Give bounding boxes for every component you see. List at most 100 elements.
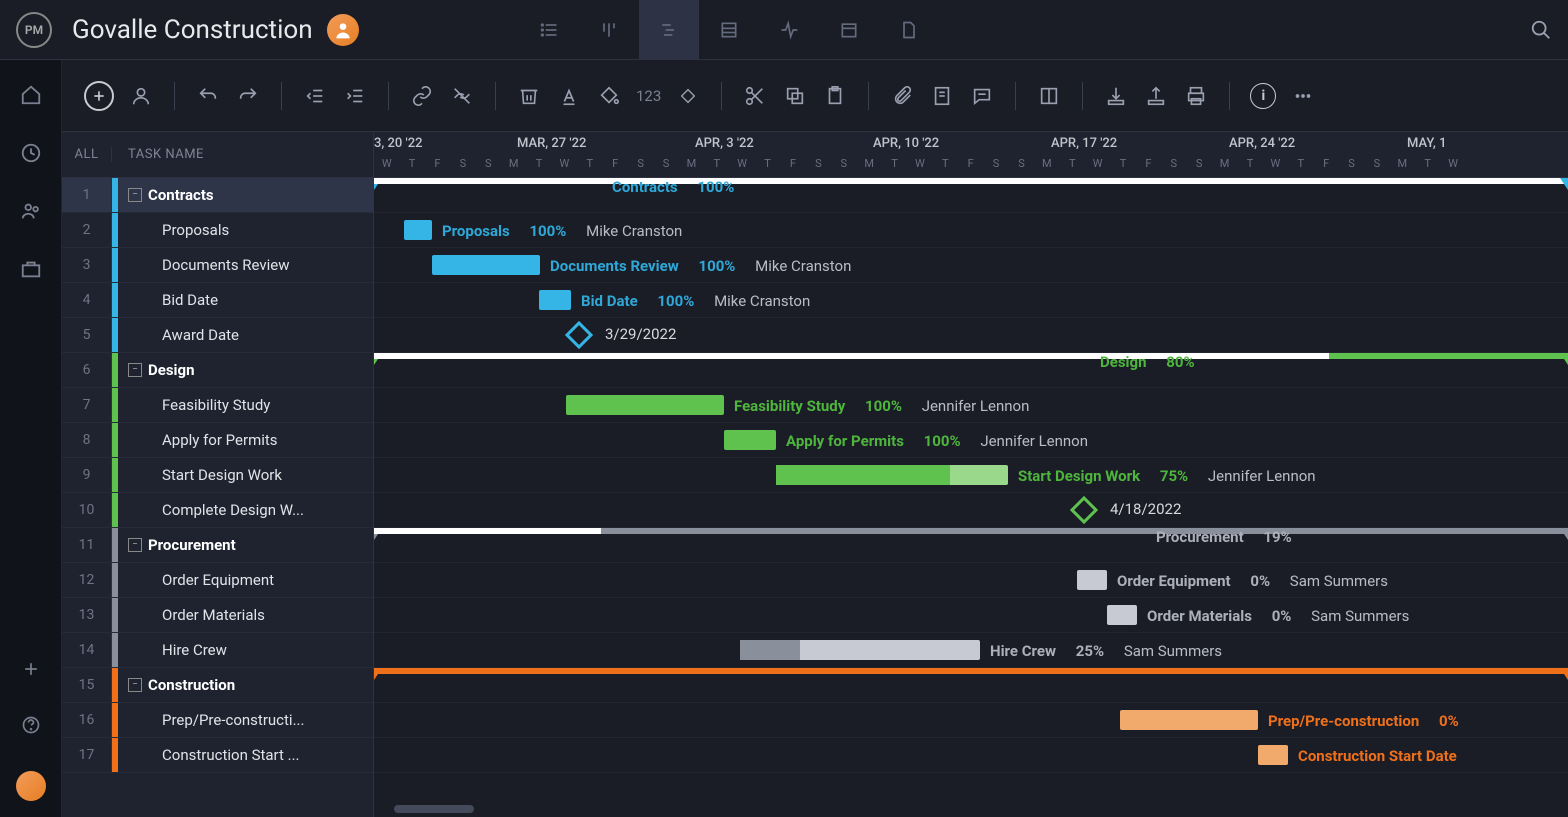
columns-button[interactable]	[1036, 83, 1062, 109]
fill-color-button[interactable]	[596, 83, 622, 109]
task-row[interactable]: 1−Contracts	[62, 178, 373, 213]
view-sheet[interactable]	[699, 0, 759, 60]
task-row[interactable]: 9Start Design Work	[62, 458, 373, 493]
task-bar[interactable]: Feasibility Study 100% Jennifer Lennon	[566, 395, 724, 415]
group-bar[interactable]	[374, 178, 556, 190]
task-bar[interactable]: Bid Date 100% Mike Cranston	[539, 290, 571, 310]
collapse-toggle[interactable]: −	[128, 538, 142, 552]
task-bar[interactable]: Apply for Permits 100% Jennifer Lennon	[724, 430, 776, 450]
task-bar[interactable]: Construction Start Date	[1258, 745, 1288, 765]
task-row[interactable]: 14Hire Crew	[62, 633, 373, 668]
export-button[interactable]	[1143, 83, 1169, 109]
search-button[interactable]	[1530, 19, 1552, 41]
attachment-button[interactable]	[889, 83, 915, 109]
notes-button[interactable]	[929, 83, 955, 109]
day-cell: T	[755, 157, 780, 177]
print-button[interactable]	[1183, 83, 1209, 109]
task-bar[interactable]: Prep/Pre-construction 0%	[1120, 710, 1258, 730]
task-bar[interactable]: Order Materials 0% Sam Summers	[1107, 605, 1137, 625]
redo-button[interactable]	[235, 83, 261, 109]
view-files[interactable]	[879, 0, 939, 60]
more-button[interactable]	[1290, 83, 1316, 109]
outdent-button[interactable]	[302, 83, 328, 109]
task-bar[interactable]: Start Design Work 75% Jennifer Lennon	[776, 465, 1008, 485]
task-bar[interactable]: Documents Review 100% Mike Cranston	[432, 255, 540, 275]
task-row[interactable]: 4Bid Date	[62, 283, 373, 318]
task-row[interactable]: 12Order Equipment	[62, 563, 373, 598]
task-row[interactable]: 8Apply for Permits	[62, 423, 373, 458]
gantt-panel: 3, 20 '22 MAR, 27 '22APR, 3 '22APR, 10 '…	[374, 132, 1568, 817]
view-activity[interactable]	[759, 0, 819, 60]
undo-button[interactable]	[195, 83, 221, 109]
app-logo[interactable]: PM	[16, 12, 52, 48]
board-icon	[599, 20, 619, 40]
day-cell: S	[806, 157, 831, 177]
nav-help[interactable]	[21, 715, 41, 735]
task-row[interactable]: 11−Procurement	[62, 528, 373, 563]
collapse-toggle[interactable]: −	[128, 188, 142, 202]
copy-button[interactable]	[782, 83, 808, 109]
plus-icon	[21, 659, 41, 679]
day-cell: M	[1390, 157, 1415, 177]
text-color-button[interactable]	[556, 83, 582, 109]
collapse-toggle[interactable]: −	[128, 678, 142, 692]
gantt-body[interactable]: Contracts 100%Proposals 100% Mike Cranst…	[374, 178, 1568, 817]
view-calendar[interactable]	[819, 0, 879, 60]
horizontal-scrollbar[interactable]	[394, 805, 474, 813]
task-bar[interactable]: Hire Crew 25% Sam Summers	[740, 640, 980, 660]
color-indicator	[112, 423, 118, 457]
paste-button[interactable]	[822, 83, 848, 109]
task-row[interactable]: 15−Construction	[62, 668, 373, 703]
nav-recent[interactable]	[20, 142, 42, 164]
week-label: APR, 17 '22	[1051, 136, 1117, 151]
milestone-marker[interactable]	[565, 321, 593, 349]
gantt-row: Order Equipment 0% Sam Summers	[374, 563, 1568, 598]
task-row[interactable]: 13Order Materials	[62, 598, 373, 633]
group-bar[interactable]	[374, 353, 882, 365]
add-task-button[interactable]	[84, 81, 114, 111]
collapse-toggle[interactable]: −	[128, 363, 142, 377]
task-row[interactable]: 16Prep/Pre-constructi...	[62, 703, 373, 738]
user-avatar[interactable]	[16, 771, 46, 801]
task-row[interactable]: 10Complete Design W...	[62, 493, 373, 528]
task-row[interactable]: 2Proposals	[62, 213, 373, 248]
indent-button[interactable]	[342, 83, 368, 109]
milestone-marker[interactable]	[1070, 496, 1098, 524]
project-avatar[interactable]	[327, 14, 359, 46]
task-bar[interactable]: Proposals 100% Mike Cranston	[404, 220, 432, 240]
paint-icon	[598, 85, 620, 107]
task-name: Order Materials	[162, 606, 373, 624]
nav-portfolio[interactable]	[20, 258, 42, 280]
task-bar[interactable]: Order Equipment 0% Sam Summers	[1077, 570, 1107, 590]
unlink-button[interactable]	[449, 83, 475, 109]
nav-add[interactable]	[21, 659, 41, 679]
assign-button[interactable]	[128, 83, 154, 109]
group-bar[interactable]	[374, 668, 754, 680]
unlink-icon	[451, 85, 473, 107]
task-row[interactable]: 3Documents Review	[62, 248, 373, 283]
view-list[interactable]	[519, 0, 579, 60]
day-cell: S	[1187, 157, 1212, 177]
clipboard-icon	[824, 85, 846, 107]
gantt-row: 4/18/2022	[374, 493, 1568, 528]
col-header-all[interactable]: ALL	[62, 147, 112, 162]
info-button[interactable]: i	[1250, 83, 1276, 109]
delete-button[interactable]	[516, 83, 542, 109]
task-row[interactable]: 17Construction Start ...	[62, 738, 373, 773]
milestone-button[interactable]	[675, 83, 701, 109]
task-row[interactable]: 6−Design	[62, 353, 373, 388]
cut-button[interactable]	[742, 83, 768, 109]
task-row[interactable]: 7Feasibility Study	[62, 388, 373, 423]
task-row[interactable]: 5Award Date	[62, 318, 373, 353]
group-bar[interactable]	[374, 528, 764, 540]
import-button[interactable]	[1103, 83, 1129, 109]
more-icon	[1292, 85, 1314, 107]
view-board[interactable]	[579, 0, 639, 60]
nav-home[interactable]	[20, 84, 42, 106]
activity-icon	[779, 20, 799, 40]
col-header-name[interactable]: TASK NAME	[112, 147, 204, 162]
comments-button[interactable]	[969, 83, 995, 109]
link-button[interactable]	[409, 83, 435, 109]
nav-team[interactable]	[20, 200, 42, 222]
view-gantt[interactable]	[639, 0, 699, 60]
